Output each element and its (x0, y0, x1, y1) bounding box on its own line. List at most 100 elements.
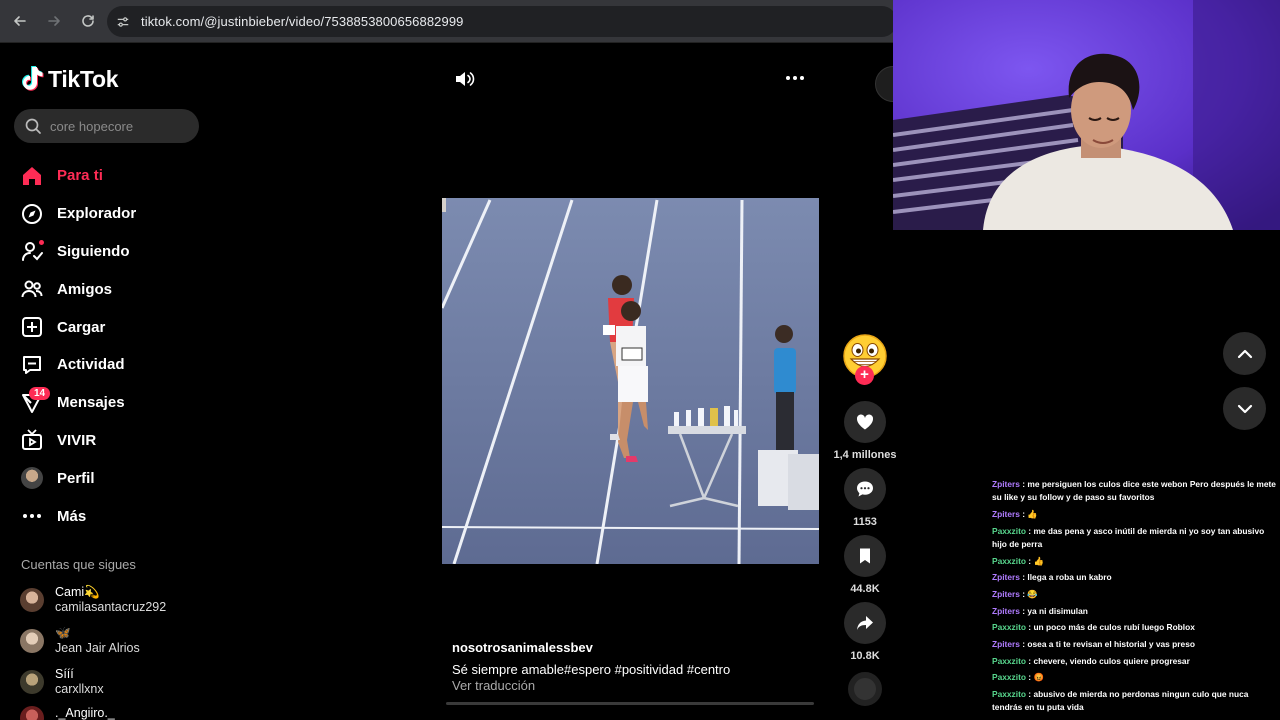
share-button[interactable] (844, 602, 886, 644)
following-item[interactable]: 🦋 Jean Jair Alrios (0, 620, 210, 661)
forward-button[interactable] (38, 5, 70, 37)
nav-label: Más (57, 507, 87, 525)
nav-label: Siguiendo (57, 242, 130, 260)
messages-badge: 14 (29, 386, 51, 400)
nav-label: Amigos (57, 280, 113, 298)
following-name: Cami💫 (55, 585, 100, 600)
following-name: ._Angiiro._ (55, 706, 115, 720)
video-description: Sé siempre amable#espero #positividad #c… (452, 662, 731, 677)
more-options-button[interactable] (784, 67, 806, 94)
avatar (21, 467, 43, 490)
share-action: 10.8K (832, 602, 898, 662)
home-icon (21, 165, 43, 187)
chat-message: Paxxzito : 😡 (992, 671, 1280, 684)
chat-message: Zpiters : ya ni disimulan (992, 605, 1280, 618)
upload-icon (21, 316, 43, 338)
chat-message: Zpiters : llega a roba un kabro (992, 571, 1280, 584)
sidebar: TikTok Para ti Explorador Siguiendo Am (0, 43, 210, 720)
back-arrow-icon (14, 16, 26, 26)
partial-control-button[interactable] (875, 66, 893, 102)
video-progress-bar[interactable] (446, 702, 814, 705)
nav-item-cargar[interactable]: Cargar (0, 308, 210, 346)
share-arrow-icon (857, 616, 873, 630)
previous-video-button[interactable] (1223, 332, 1266, 375)
video-area: nosotrosanimalessbev Sé siempre amable#e… (210, 43, 893, 720)
chat-message: Paxxzito : un poco más de culos rubí lue… (992, 621, 1280, 634)
comment-icon (857, 481, 873, 497)
webcam-overlay (893, 0, 1280, 230)
following-item[interactable]: ._Angiiro._ (0, 702, 210, 720)
nav-item-para-ti[interactable]: Para ti (0, 157, 210, 195)
webcam-image (893, 0, 1280, 230)
volume-icon (456, 72, 475, 86)
comment-button[interactable] (844, 468, 886, 510)
video-player[interactable] (442, 198, 819, 564)
chat-username: Zpiters (992, 572, 1020, 583)
forward-arrow-icon (48, 16, 60, 26)
comment-action: 1153 (832, 468, 898, 528)
address-bar[interactable]: tiktok.com/@justinbieber/video/753885380… (107, 6, 897, 37)
chat-username: Paxxzito (992, 672, 1026, 683)
following-item[interactable]: Cami💫 camilasantacruz292 (0, 579, 210, 620)
nav-item-explorador[interactable]: Explorador (0, 195, 210, 233)
more-icon (21, 505, 43, 527)
chat-text: me das pena y asco inútil de mierda ni y… (992, 525, 1265, 549)
nav-item-perfil[interactable]: Perfil (0, 459, 210, 497)
search-input[interactable] (50, 118, 190, 134)
live-icon (21, 429, 43, 451)
nav-item-mensajes[interactable]: 14 Mensajes (0, 384, 210, 422)
stream-chat-overlay: Zpiters : me persiguen los culos dice es… (992, 478, 1280, 718)
see-translation-link[interactable]: Ver traducción (452, 678, 535, 693)
chat-text: chevere, viendo culos quiere progresar (1033, 655, 1190, 666)
activity-icon (21, 354, 43, 376)
chevron-down-icon (1237, 404, 1252, 413)
chat-username: Zpiters (992, 479, 1020, 489)
chat-message: Zpiters : 👍 (992, 508, 1280, 521)
chat-message: Zpiters : osea a ti te revisan el histor… (992, 638, 1280, 651)
like-button[interactable] (844, 401, 886, 443)
chat-message: Zpiters : me persiguen los culos dice es… (992, 478, 1280, 505)
save-button[interactable] (844, 535, 886, 577)
like-count: 1,4 millones (833, 449, 897, 461)
nav-label: Cargar (57, 318, 106, 336)
chat-text: un poco más de culos rubí luego Roblox (1033, 622, 1195, 633)
nav-item-mas[interactable]: Más (0, 497, 210, 535)
chat-message: Paxxzito : chevere, viendo culos quiere … (992, 655, 1280, 668)
nav-label: Actividad (57, 356, 125, 374)
chat-text: 😡 (1033, 672, 1044, 683)
chat-username: Zpiters (992, 589, 1020, 600)
next-video-button[interactable] (1223, 387, 1266, 430)
bookmark-icon (860, 548, 870, 564)
follow-creator-button[interactable]: + (855, 366, 874, 385)
avatar (20, 628, 44, 653)
logo-text: TikTok (48, 65, 119, 92)
music-disc-icon[interactable] (848, 672, 882, 706)
chat-username: Paxxzito (992, 622, 1026, 633)
chat-username: Paxxzito (992, 525, 1026, 536)
back-button[interactable] (4, 5, 36, 37)
nav-item-actividad[interactable]: Actividad (0, 346, 210, 384)
search-box[interactable] (14, 109, 199, 143)
site-info-icon[interactable] (111, 10, 135, 34)
nav-item-siguiendo[interactable]: Siguiendo (0, 233, 210, 271)
compass-icon (21, 203, 43, 225)
save-count: 44.8K (850, 583, 880, 595)
chevron-up-icon (1237, 349, 1252, 358)
chat-username: Zpiters (992, 508, 1020, 519)
chat-text: me persiguen los culos dice este webon P… (992, 479, 1276, 503)
nav-item-amigos[interactable]: Amigos (0, 270, 210, 308)
chat-message: Paxxzito : abusivo de mierda no perdonas… (992, 688, 1280, 715)
avatar (20, 587, 44, 612)
tiktok-note-icon (22, 66, 44, 91)
following-name: 🦋 (55, 626, 71, 641)
tiktok-logo[interactable]: TikTok (21, 65, 119, 93)
chat-username: Paxxzito (992, 555, 1026, 566)
avatar (20, 669, 44, 694)
following-item[interactable]: Sííí carxllxnx (0, 661, 210, 702)
nav-item-vivir[interactable]: VIVIR (0, 422, 210, 460)
video-author[interactable]: nosotrosanimalessbev (452, 640, 593, 655)
screen: tiktok.com/@justinbieber/video/753885380… (0, 0, 1280, 720)
volume-button[interactable] (453, 68, 475, 95)
following-username: carxllxnx (55, 681, 104, 696)
reload-button[interactable] (72, 5, 104, 37)
